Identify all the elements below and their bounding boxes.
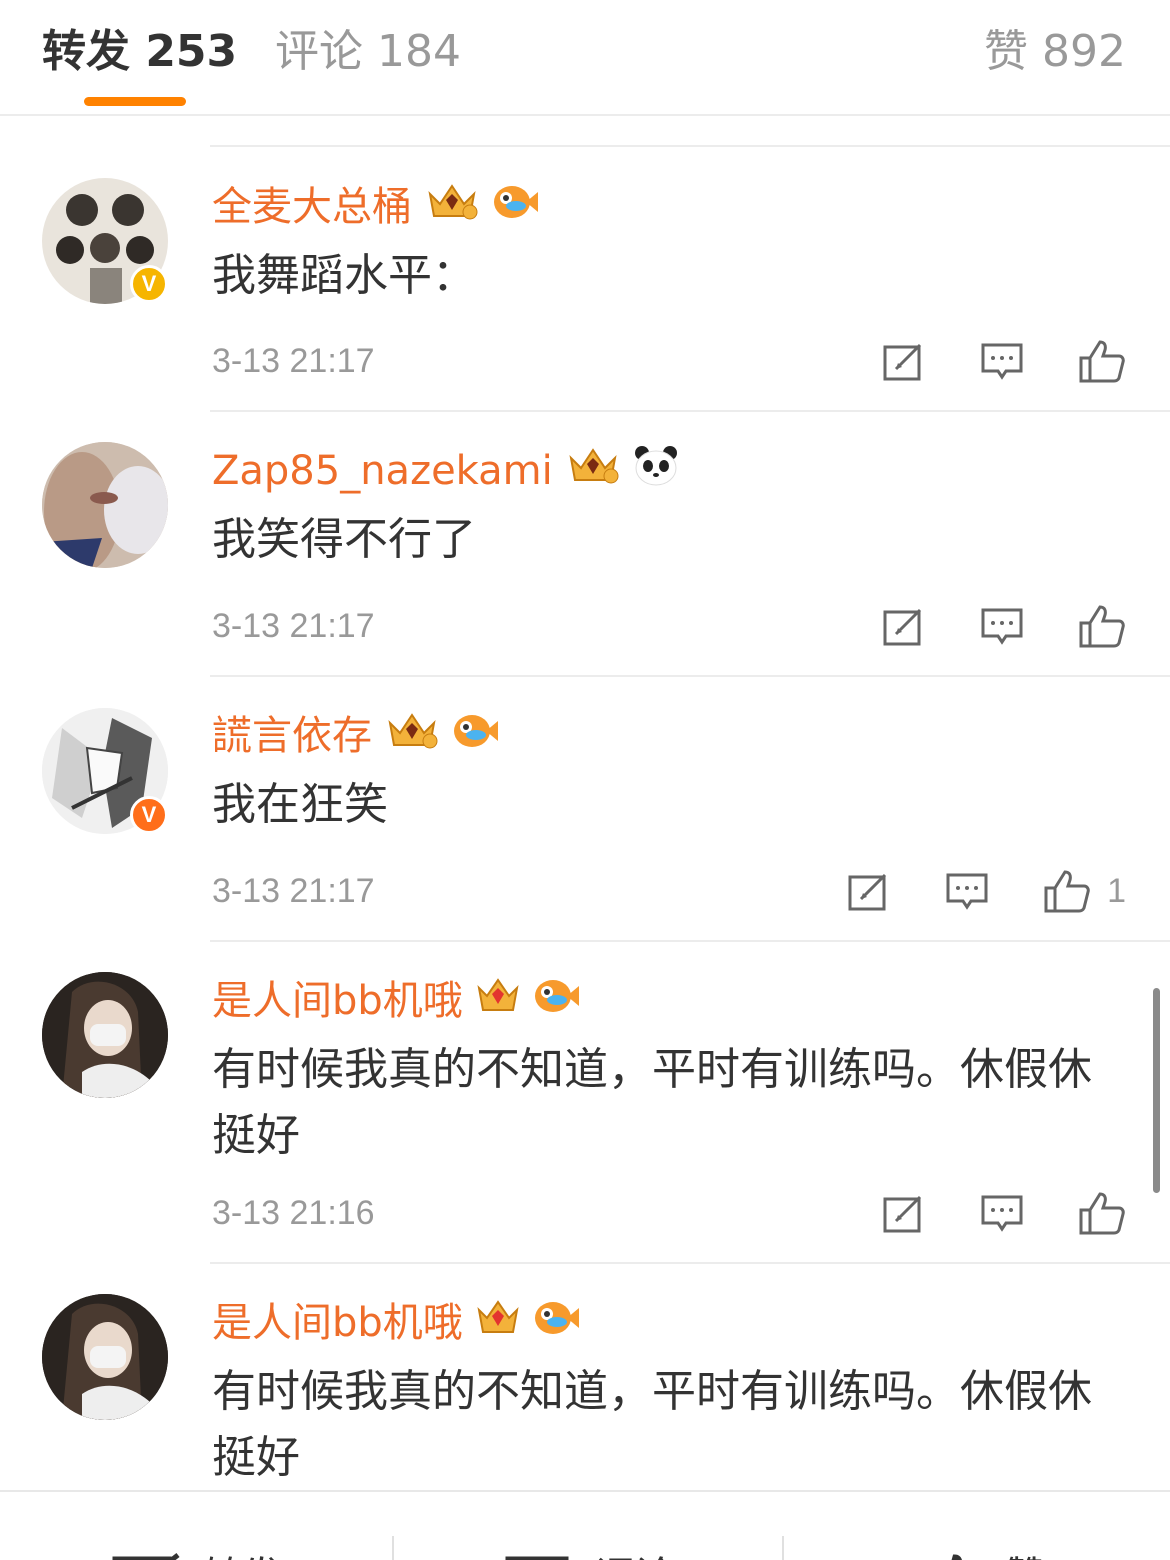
fish-badge-icon [452,709,498,763]
like-icon[interactable] [1078,1190,1126,1236]
comment-text: 我舞蹈水平： [212,250,476,301]
tab-repost[interactable]: 转发 253 [42,24,237,80]
avatar[interactable] [42,442,168,568]
like-icon[interactable]: 1 [1043,868,1126,914]
verified-icon: V [130,796,168,834]
username[interactable]: Zap85_nazekami [212,446,553,496]
active-tab-indicator [84,97,186,106]
username[interactable]: 謊言依存 [212,711,372,761]
comment-text: 我笑得不行了 [212,514,476,565]
panda-badge-icon [633,444,679,498]
tab-like[interactable]: 赞 892 [984,24,1126,80]
timestamp: 3-13 21:17 [212,872,375,910]
verified-icon: V [130,265,168,303]
comment-icon[interactable] [980,339,1024,383]
repost-icon[interactable] [847,869,891,913]
crown-badge-icon [475,1296,521,1350]
divider [210,1262,1170,1264]
repost-icon[interactable] [882,1191,926,1235]
username[interactable]: 是人间bb机哦 [212,976,463,1026]
comment-text: 有时候我真的不知道，平时有训练吗。休假休挺好 [212,1044,1092,1161]
fish-badge-icon [533,1296,579,1350]
fish-badge-icon [533,974,579,1028]
crown-badge-icon [384,709,440,763]
action-bar [828,338,1126,384]
username-link[interactable]: 是人间bb机哦 [212,1296,579,1350]
like-icon[interactable] [1078,338,1126,384]
comment-icon[interactable] [980,1191,1024,1235]
repost-icon [112,1553,180,1560]
username[interactable]: 是人间bb机哦 [212,1298,463,1348]
avatar[interactable] [42,1294,168,1420]
bottom-comment-label: 评论 [595,1544,675,1560]
username-link[interactable]: Zap85_nazekami [212,444,679,498]
username-link[interactable]: 全麦大总桶 [212,180,538,234]
bottom-like-label: 赞 [1005,1544,1045,1560]
action-bar [828,603,1126,649]
like-icon [951,1554,962,1560]
action-bar [828,1190,1126,1236]
avatar[interactable] [42,972,168,1098]
repost-icon[interactable] [882,604,926,648]
divider [210,410,1170,412]
timestamp: 3-13 21:16 [212,1194,375,1232]
bottom-repost-label: 转发 [202,1544,282,1560]
username[interactable]: 全麦大总桶 [212,182,412,232]
divider [210,675,1170,677]
divider [210,940,1170,942]
tab-comment[interactable]: 评论 184 [275,24,461,80]
scrollbar[interactable] [1153,988,1160,1193]
like-count: 1 [1107,871,1126,910]
bottom-like-button[interactable]: 赞 [925,1544,1045,1560]
separator [392,1536,394,1560]
comment-icon [505,1556,569,1560]
like-icon[interactable] [1078,603,1126,649]
crown-badge-icon [424,180,480,234]
bottom-comment-button[interactable]: 评论 [505,1544,675,1560]
divider [210,145,1170,147]
username-link[interactable]: 是人间bb机哦 [212,974,579,1028]
bottom-repost-button[interactable]: 转发 [112,1544,282,1560]
action-bar: 1 [793,868,1126,914]
comment-icon[interactable] [980,604,1024,648]
crown-badge-icon [565,444,621,498]
comment-text: 我在狂笑 [212,779,388,830]
repost-icon[interactable] [882,339,926,383]
fish-badge-icon [492,180,538,234]
bottom-toolbar: 转发 评论 赞 [0,1490,1170,1560]
crown-badge-icon [475,974,521,1028]
comment-icon[interactable] [945,869,989,913]
timestamp: 3-13 21:17 [212,607,375,645]
timestamp: 3-13 21:17 [212,342,375,380]
comment-text: 有时候我真的不知道，平时有训练吗。休假休挺好 [212,1366,1092,1483]
separator [782,1536,784,1560]
username-link[interactable]: 謊言依存 [212,709,498,763]
tab-bar: 转发 253 评论 184 赞 892 [0,0,1170,116]
